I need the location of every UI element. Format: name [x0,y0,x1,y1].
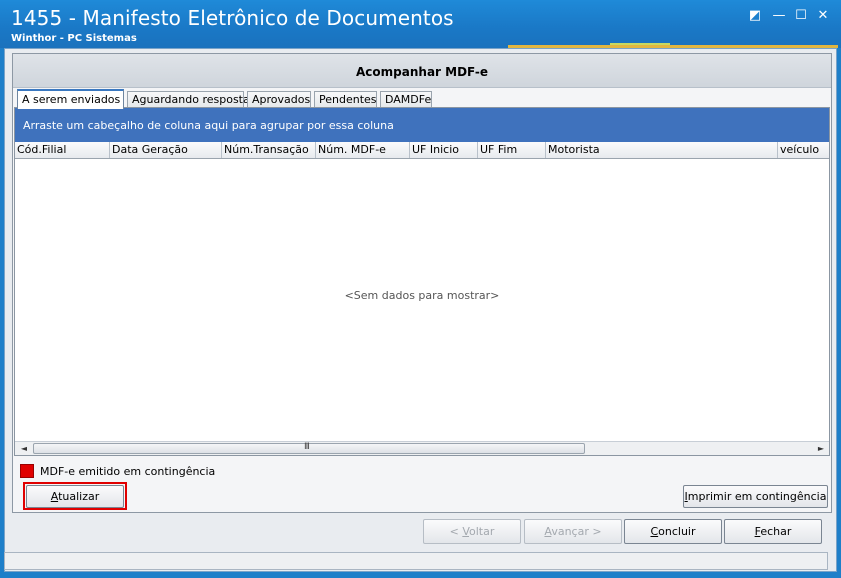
app-title: 1455 - Manifesto Eletrônico de Documento… [11,6,454,30]
app-subtitle: Winthor - PC Sistemas [11,33,137,44]
acompanhar-panel: Acompanhar MDF-e A serem enviados Aguard… [12,53,832,513]
column-header-row: Cód.Filial Data Geração Núm.Transação Nú… [15,142,829,159]
column-veiculo[interactable]: veículo [778,142,829,158]
tab-a-serem-enviados[interactable]: A serem enviados [17,89,124,109]
minimize-icon[interactable]: — [771,8,787,24]
atualizar-label: tualizar [58,490,100,503]
tab-damdfe[interactable]: DAMDFe [380,91,432,108]
imprimir-contingencia-button[interactable]: Imprimir em contingência [683,485,828,508]
status-bar [4,552,828,570]
mdfe-grid: Arraste um cabeçalho de coluna aqui para… [14,107,830,456]
title-decoration-accent [610,43,670,45]
group-by-panel[interactable]: Arraste um cabeçalho de coluna aqui para… [15,108,829,142]
fechar-label: echar [760,525,792,538]
column-num-transacao[interactable]: Núm.Transação [222,142,316,158]
tab-pendentes[interactable]: Pendentes [314,91,377,108]
imprimir-label: mprimir em contingência [687,490,827,503]
tab-aguardando-resposta[interactable]: Aguardando resposta [127,91,250,108]
avancar-button[interactable]: Avançar > [524,519,622,544]
tab-aprovados[interactable]: Aprovados [247,91,311,108]
restore-icon[interactable]: ◩ [747,8,763,24]
panel-title: Acompanhar MDF-e [356,65,488,79]
contingency-legend-swatch [20,464,34,478]
title-bar: 1455 - Manifesto Eletrônico de Documento… [0,0,841,48]
atualizar-button[interactable]: Atualizar [26,485,124,508]
scroll-right-icon[interactable]: ► [814,442,828,455]
column-uf-fim[interactable]: UF Fim [478,142,546,158]
group-by-hint: Arraste um cabeçalho de coluna aqui para… [23,119,394,132]
atualizar-hotkey: A [50,490,59,503]
concluir-label: oncluir [658,525,696,538]
voltar-hotkey: V [462,525,469,538]
concluir-hotkey: C [650,525,659,538]
panel-header: Acompanhar MDF-e [13,54,831,88]
column-uf-inicio[interactable]: UF Inicio [410,142,478,158]
column-data-geracao[interactable]: Data Geração [110,142,222,158]
horizontal-scrollbar[interactable]: ◄ III ► [15,441,829,455]
voltar-label-pre: < [449,525,463,538]
empty-grid-message: <Sem dados para mostrar> [344,289,500,302]
main-frame: Acompanhar MDF-e A serem enviados Aguard… [4,48,837,572]
scroll-grip-icon: III [304,442,310,452]
fechar-button[interactable]: Fechar [724,519,822,544]
column-motorista[interactable]: Motorista [546,142,778,158]
contingency-legend-label: MDF-e emitido em contingência [40,465,216,478]
close-icon[interactable]: ✕ [815,8,831,24]
column-cod-filial[interactable]: Cód.Filial [15,142,110,158]
scrollbar-thumb[interactable]: III [33,442,585,454]
concluir-button[interactable]: Concluir [624,519,722,544]
voltar-button[interactable]: < Voltar [423,519,521,544]
scroll-left-icon[interactable]: ◄ [17,442,31,455]
column-num-mdfe[interactable]: Núm. MDF-e [316,142,410,158]
avancar-label: vançar > [551,525,602,538]
voltar-label: oltar [469,525,495,538]
maximize-icon[interactable]: ☐ [793,8,809,24]
